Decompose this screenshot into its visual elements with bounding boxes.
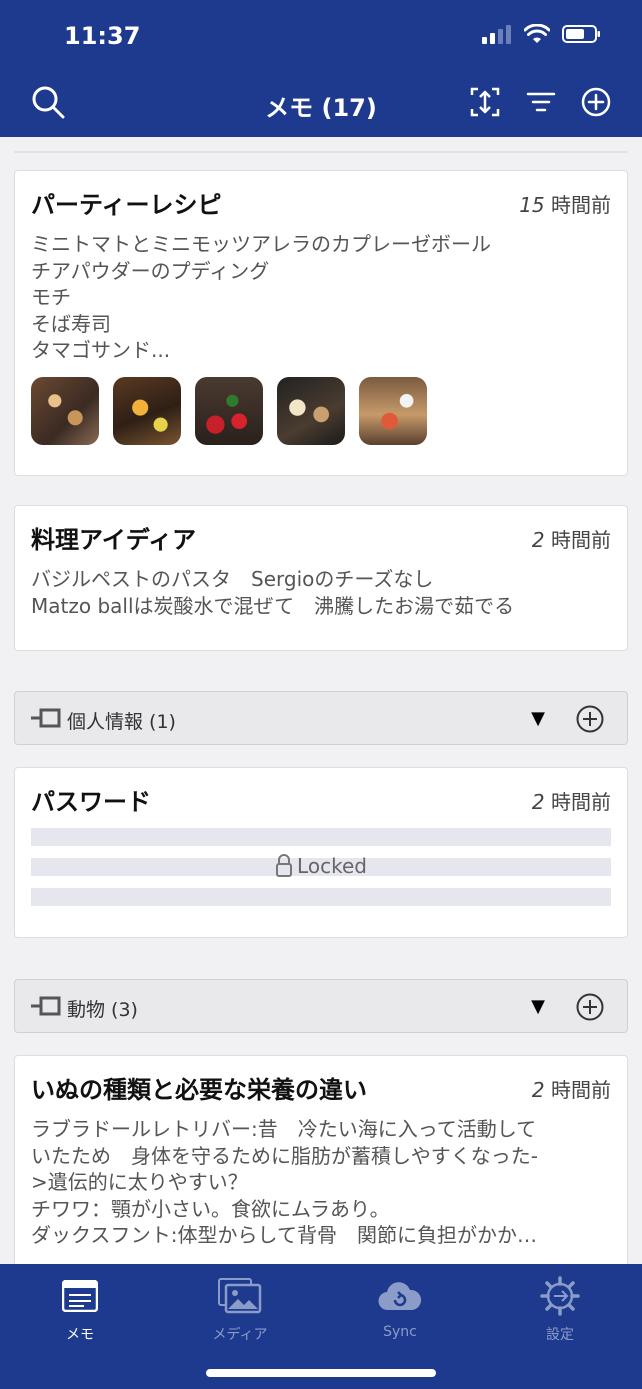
locked-placeholder — [31, 888, 611, 906]
folder-add-button[interactable] — [575, 704, 605, 738]
plus-circle-icon — [581, 87, 611, 117]
thumbnail-image[interactable] — [277, 377, 345, 445]
status-time: 11:37 — [64, 22, 141, 50]
home-indicator[interactable] — [206, 1369, 436, 1377]
preview-line: チワワ：顎が小さい。食欲にムラあり。 — [31, 1196, 390, 1221]
note-title: パスワード — [31, 788, 151, 816]
locked-status: Locked — [15, 854, 627, 878]
tab-settings[interactable]: 設定 — [500, 1274, 620, 1344]
preview-line: チアパウダーのプディング — [31, 258, 270, 283]
tab-media[interactable]: メディア — [180, 1274, 300, 1344]
note-timestamp: 2 時間前 — [531, 528, 611, 552]
tab-memo[interactable]: メモ — [20, 1274, 140, 1344]
collapse-toggle-icon[interactable]: ▼ — [531, 708, 545, 729]
preview-line: バジルペストのパスタ Sergioのチーズなし — [31, 567, 434, 591]
filter-icon — [526, 92, 556, 112]
thumbnail-image[interactable] — [31, 377, 99, 445]
photo-gallery-icon — [218, 1278, 262, 1314]
lock-icon — [276, 854, 293, 877]
notes-list: パーティーレシピ 15 時間前 ミニトマトとミニモッツアレラのカプレーゼボール … — [0, 137, 642, 1264]
tab-label: Sync — [383, 1324, 417, 1340]
preview-line: ミニトマトとミニモッツアレラのカプレーゼボール — [31, 232, 491, 256]
note-card-dog-breeds[interactable]: いぬの種類と必要な栄養の違い 2 時間前 ラブラドールレトリバー:昔 冷たい海に… — [14, 1055, 628, 1264]
cloud-sync-icon — [378, 1282, 422, 1311]
preview-line: タマゴサンド... — [31, 338, 171, 362]
collapse-toggle-icon[interactable]: ▼ — [531, 996, 545, 1017]
folder-personal-info[interactable]: 個人情報 (1) ▼ — [14, 691, 628, 745]
wifi-icon — [524, 24, 550, 43]
thumbnail-image[interactable] — [359, 377, 427, 445]
locked-placeholder — [31, 828, 611, 846]
folder-animals[interactable]: 動物 (3) ▼ — [14, 979, 628, 1033]
cellular-signal-icon — [482, 25, 511, 44]
folder-label: 動物 (3) — [67, 999, 138, 1021]
memo-icon — [62, 1280, 98, 1312]
filter-button[interactable] — [523, 84, 559, 120]
preview-line: >遺伝的に太りやすい？ — [31, 1170, 248, 1194]
folder-icon — [31, 708, 61, 728]
tab-label: メディア — [212, 1327, 268, 1343]
locked-text: Locked — [297, 854, 367, 878]
preview-line: いたため 身体を守るために脂肪が蓄積しやすくなった- — [31, 1143, 539, 1168]
expand-button[interactable] — [467, 84, 503, 120]
note-title: パーティーレシピ — [31, 191, 222, 219]
note-title: いぬの種類と必要な栄養の違い — [31, 1076, 367, 1104]
folder-label: 個人情報 (1) — [67, 711, 176, 733]
battery-icon — [562, 25, 600, 43]
note-timestamp: 15 時間前 — [519, 193, 611, 217]
add-note-button[interactable] — [578, 84, 614, 120]
note-card-password[interactable]: パスワード 2 時間前 Locked — [14, 767, 628, 938]
thumbnail-image[interactable] — [195, 377, 263, 445]
divider — [14, 151, 628, 153]
preview-line: モチ — [31, 285, 71, 309]
note-timestamp: 2 時間前 — [531, 790, 611, 814]
thumbnail-image[interactable] — [113, 377, 181, 445]
tab-sync[interactable]: Sync — [340, 1274, 460, 1340]
expand-icon — [470, 87, 500, 117]
plus-circle-icon — [576, 993, 604, 1021]
note-card-party-recipe[interactable]: パーティーレシピ 15 時間前 ミニトマトとミニモッツアレラのカプレーゼボール … — [14, 170, 628, 476]
app-header: 11:37 メモ (17) — [0, 0, 642, 137]
tab-bar: メモ メディア Sync 設定 — [0, 1264, 642, 1389]
preview-line: ダックスフント:体型からして背骨 関節に負担がかか… — [31, 1223, 537, 1247]
note-card-cooking-ideas[interactable]: 料理アイディア 2 時間前 バジルペストのパスタ Sergioのチーズなし Ma… — [14, 505, 628, 651]
gear-icon — [540, 1276, 580, 1316]
preview-line: そば寿司 — [31, 311, 111, 336]
note-preview: ラブラドールレトリバー:昔 冷たい海に入って活動して いたため 身体を守るために… — [31, 1116, 611, 1249]
plus-circle-icon — [576, 705, 604, 733]
note-thumbnails — [31, 377, 427, 445]
status-icons — [482, 24, 602, 44]
note-title: 料理アイディア — [31, 526, 197, 554]
folder-icon — [31, 996, 61, 1016]
note-preview: バジルペストのパスタ Sergioのチーズなし Matzo ballは炭酸水で混… — [31, 566, 611, 619]
tab-label: メモ — [66, 1327, 94, 1343]
note-timestamp: 2 時間前 — [531, 1078, 611, 1102]
tab-label: 設定 — [546, 1327, 574, 1343]
folder-add-button[interactable] — [575, 992, 605, 1026]
note-preview: ミニトマトとミニモッツアレラのカプレーゼボール チアパウダーのプディング モチ … — [31, 231, 611, 364]
preview-line: Matzo ballは炭酸水で混ぜて 沸騰したお湯で茹でる — [31, 593, 515, 618]
preview-line: ラブラドールレトリバー:昔 冷たい海に入って活動して — [31, 1117, 537, 1141]
